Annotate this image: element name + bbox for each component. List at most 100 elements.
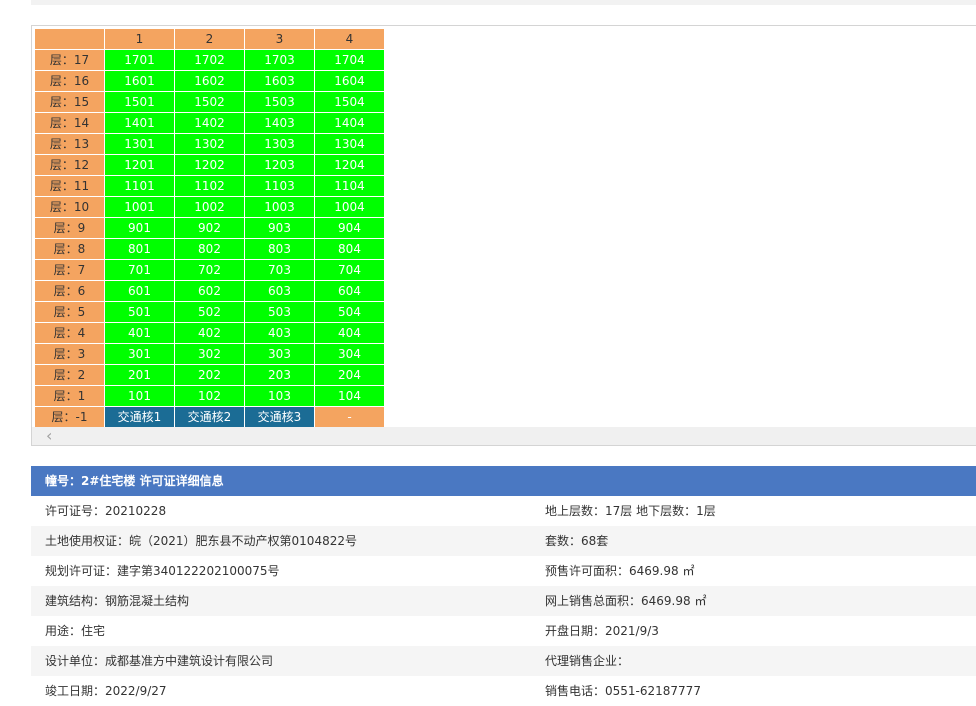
unit-cell[interactable]: 1503 <box>244 91 315 113</box>
unit-cell[interactable]: 1704 <box>314 49 385 71</box>
unit-cell[interactable]: 804 <box>314 238 385 260</box>
floor-label: 层：4 <box>34 322 105 344</box>
unit-cell[interactable]: 604 <box>314 280 385 302</box>
info-field-right: 套数：68套 <box>545 534 609 548</box>
unit-cell[interactable]: 1104 <box>314 175 385 197</box>
unit-cell[interactable]: 1202 <box>174 154 245 176</box>
unit-cell[interactable]: 1302 <box>174 133 245 155</box>
floor-row: 层：14 1401 1402 1403 1404 <box>34 112 385 134</box>
floor-row: 层：4 401 402 403 404 <box>34 322 385 344</box>
scroll-left-icon[interactable]: ‹ <box>46 427 52 445</box>
unit-cell[interactable]: 1604 <box>314 70 385 92</box>
column-header: 3 <box>244 28 315 50</box>
unit-cell[interactable]: 1602 <box>174 70 245 92</box>
info-field-left: 设计单位：成都基准方中建筑设计有限公司 <box>45 654 274 668</box>
column-header: 4 <box>314 28 385 50</box>
floor-label: 层：9 <box>34 217 105 239</box>
unit-cell[interactable]: 1304 <box>314 133 385 155</box>
unit-cell[interactable]: 1601 <box>104 70 175 92</box>
info-row: 设计单位：成都基准方中建筑设计有限公司 代理销售企业： <box>31 646 976 676</box>
unit-cell[interactable]: 1201 <box>104 154 175 176</box>
unit-cell[interactable]: 1103 <box>244 175 315 197</box>
info-row: 土地使用权证：皖（2021）肥东县不动产权第0104822号 套数：68套 <box>31 526 976 556</box>
unit-cell[interactable]: 502 <box>174 301 245 323</box>
unit-cell[interactable]: 1702 <box>174 49 245 71</box>
info-field-left: 许可证号：20210228 <box>45 504 167 518</box>
unit-cell[interactable]: 1101 <box>104 175 175 197</box>
unit-cell[interactable]: 1603 <box>244 70 315 92</box>
unit-cell[interactable]: 1401 <box>104 112 175 134</box>
horizontal-scrollbar[interactable]: ‹ <box>32 427 976 445</box>
floor-label: 层：12 <box>34 154 105 176</box>
unit-cell[interactable]: 1002 <box>174 196 245 218</box>
floor-row: 层：16 1601 1602 1603 1604 <box>34 70 385 92</box>
floor-row: 层：11 1101 1102 1103 1104 <box>34 175 385 197</box>
unit-cell[interactable]: 401 <box>104 322 175 344</box>
column-header: 2 <box>174 28 245 50</box>
top-strip <box>31 0 976 5</box>
permit-info-header: 幢号：2#住宅楼 许可证详细信息 <box>31 466 976 496</box>
floor-label: 层：7 <box>34 259 105 281</box>
info-row: 竣工日期：2022/9/27 销售电话：0551-62187777 <box>31 676 976 706</box>
unit-cell[interactable]: 1001 <box>104 196 175 218</box>
unit-cell[interactable]: 1502 <box>174 91 245 113</box>
unit-cell[interactable]: 501 <box>104 301 175 323</box>
unit-cell[interactable]: 904 <box>314 217 385 239</box>
unit-cell[interactable]: 1004 <box>314 196 385 218</box>
unit-cell[interactable]: 202 <box>174 364 245 386</box>
unit-cell[interactable]: 102 <box>174 385 245 407</box>
unit-cell[interactable]: 101 <box>104 385 175 407</box>
floor-row: 层：7 701 702 703 704 <box>34 259 385 281</box>
column-header <box>34 28 105 50</box>
unit-cell[interactable]: 304 <box>314 343 385 365</box>
floor-label: 层：11 <box>34 175 105 197</box>
unit-cell[interactable]: 704 <box>314 259 385 281</box>
core-cell[interactable]: 交通核3 <box>244 406 315 428</box>
unit-cell[interactable]: 1301 <box>104 133 175 155</box>
unit-cell[interactable]: 404 <box>314 322 385 344</box>
unit-cell[interactable]: 1701 <box>104 49 175 71</box>
core-cell[interactable]: 交通核1 <box>104 406 175 428</box>
unit-cell[interactable]: 702 <box>174 259 245 281</box>
floor-row: 层：3 301 302 303 304 <box>34 343 385 365</box>
unit-cell[interactable]: 1501 <box>104 91 175 113</box>
unit-cell[interactable]: 1403 <box>244 112 315 134</box>
unit-cell[interactable]: 203 <box>244 364 315 386</box>
info-field-right: 地上层数：17层 地下层数：1层 <box>545 504 716 518</box>
unit-cell[interactable]: 601 <box>104 280 175 302</box>
floor-label: 层：14 <box>34 112 105 134</box>
unit-cell[interactable]: 504 <box>314 301 385 323</box>
unit-cell[interactable]: 901 <box>104 217 175 239</box>
unit-cell[interactable]: 303 <box>244 343 315 365</box>
unit-cell[interactable]: 903 <box>244 217 315 239</box>
unit-cell[interactable]: 802 <box>174 238 245 260</box>
unit-cell[interactable]: 1102 <box>174 175 245 197</box>
unit-cell[interactable]: 403 <box>244 322 315 344</box>
core-cell[interactable]: 交通核2 <box>174 406 245 428</box>
unit-cell[interactable]: 201 <box>104 364 175 386</box>
unit-cell[interactable]: 1003 <box>244 196 315 218</box>
unit-cell[interactable]: 602 <box>174 280 245 302</box>
unit-cell[interactable]: 701 <box>104 259 175 281</box>
unit-cell[interactable]: 301 <box>104 343 175 365</box>
unit-cell[interactable]: 603 <box>244 280 315 302</box>
unit-cell[interactable]: 1303 <box>244 133 315 155</box>
unit-cell[interactable]: 402 <box>174 322 245 344</box>
unit-cell[interactable]: 1703 <box>244 49 315 71</box>
unit-cell[interactable]: 103 <box>244 385 315 407</box>
unit-cell[interactable]: 503 <box>244 301 315 323</box>
unit-cell[interactable]: 204 <box>314 364 385 386</box>
unit-cell[interactable]: 1204 <box>314 154 385 176</box>
unit-cell[interactable]: 703 <box>244 259 315 281</box>
unit-cell[interactable]: 1203 <box>244 154 315 176</box>
floor-row: 层：13 1301 1302 1303 1304 <box>34 133 385 155</box>
unit-cell[interactable]: 104 <box>314 385 385 407</box>
unit-cell[interactable]: 302 <box>174 343 245 365</box>
unit-cell[interactable]: 1504 <box>314 91 385 113</box>
unit-cell[interactable]: 1402 <box>174 112 245 134</box>
unit-cell[interactable]: 801 <box>104 238 175 260</box>
unit-cell[interactable]: 1404 <box>314 112 385 134</box>
unit-cell[interactable]: 902 <box>174 217 245 239</box>
unit-cell[interactable]: 803 <box>244 238 315 260</box>
info-field-left: 规划许可证：建字第340122202100075号 <box>45 564 280 578</box>
